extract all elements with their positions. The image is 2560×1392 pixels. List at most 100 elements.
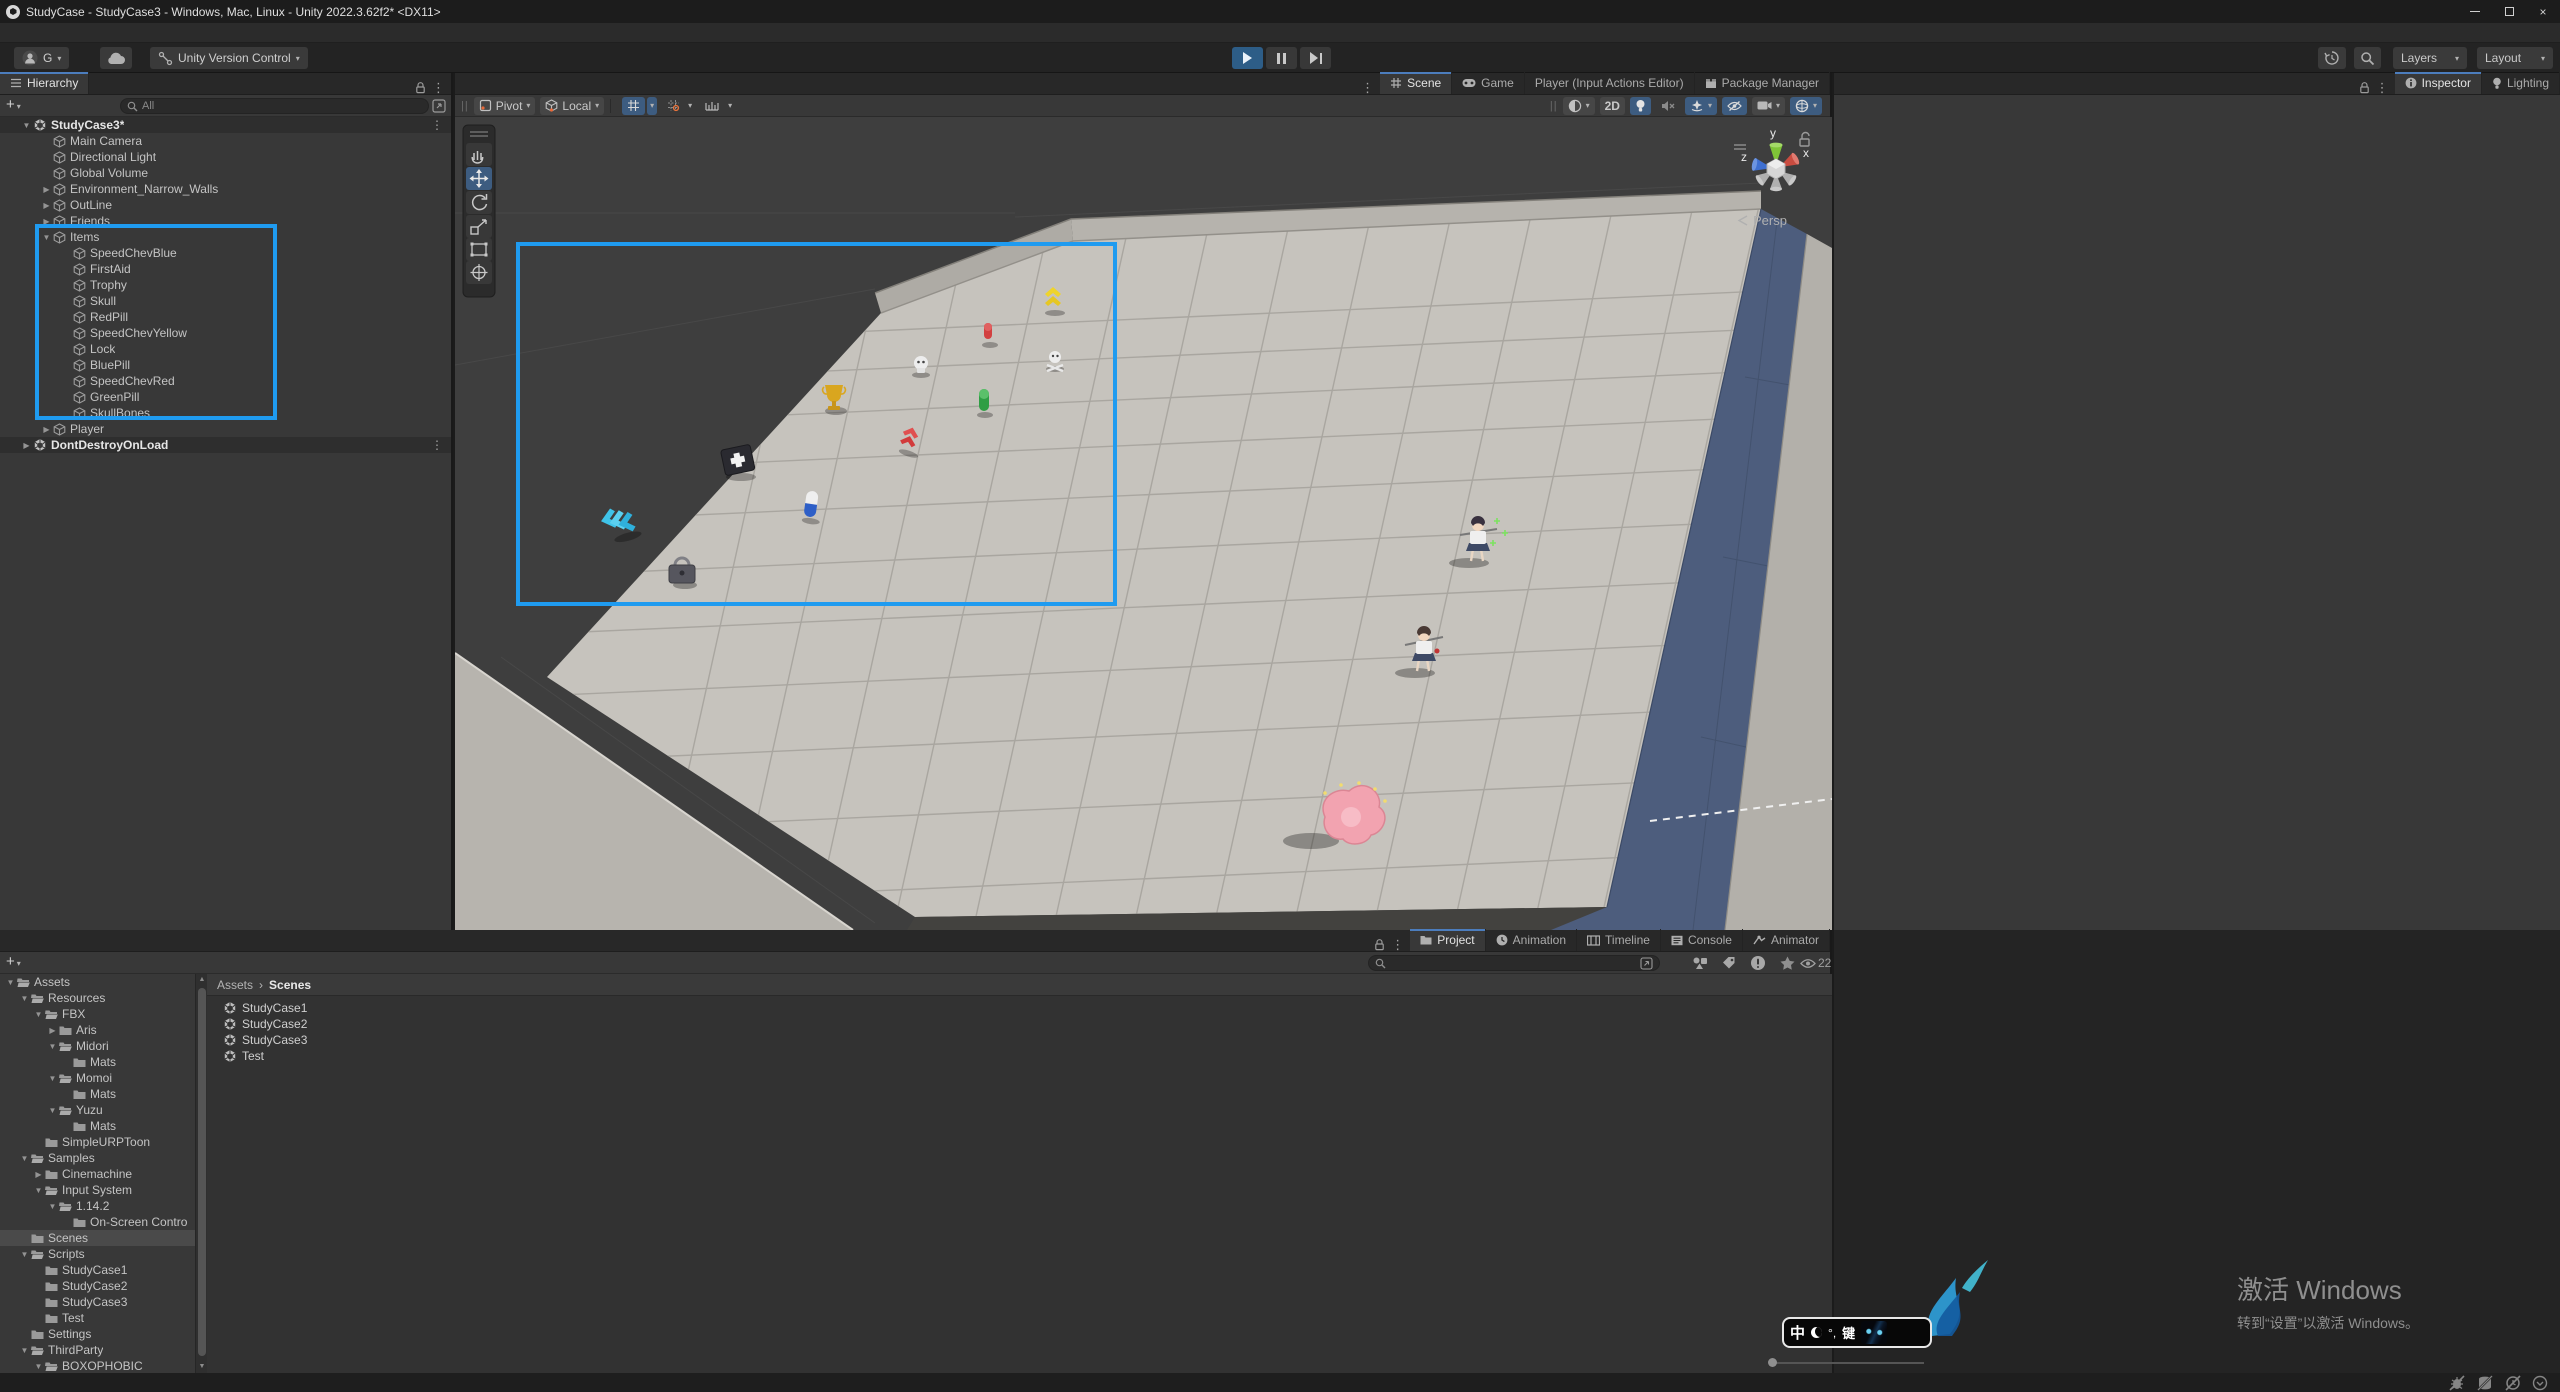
menu-item[interactable] <box>66 23 88 43</box>
foldout-icon[interactable]: ▶ <box>32 1170 45 1179</box>
pause-button[interactable] <box>1266 47 1297 69</box>
asset-file-item[interactable]: StudyCase3 <box>213 1032 307 1048</box>
warning-icon[interactable] <box>1750 955 1766 971</box>
project-tree-row[interactable]: ▼ Momoi <box>0 1070 195 1086</box>
project-tree-row[interactable]: ▼ FBX <box>0 1006 195 1022</box>
ime-keyboard-button[interactable]: 键 <box>1842 1323 1855 1342</box>
scrollbar-thumb[interactable] <box>198 988 206 1356</box>
hierarchy-row[interactable]: SpeedChevBlue <box>0 245 451 261</box>
scene-viewport-canvas[interactable]: y x z Persp <box>455 117 1832 930</box>
foldout-icon[interactable]: ▼ <box>46 1042 59 1051</box>
menu-item[interactable] <box>110 23 132 43</box>
grid-snapping-dropdown[interactable]: ▾ <box>647 97 657 115</box>
project-tree-row[interactable]: ▼ 1.14.2 <box>0 1198 195 1214</box>
foldout-icon[interactable]: ▼ <box>46 1074 59 1083</box>
project-tree-row[interactable]: ▼ Yuzu <box>0 1102 195 1118</box>
menu-item[interactable] <box>44 23 66 43</box>
tab[interactable]: Package Manager <box>1695 72 1830 94</box>
lock-icon[interactable] <box>415 81 426 94</box>
hierarchy-row[interactable]: ▶ Friends <box>0 213 451 229</box>
foldout-icon[interactable]: ▶ <box>40 217 53 226</box>
hand-tool-button[interactable] <box>466 143 492 166</box>
undo-history-button[interactable] <box>2318 47 2346 69</box>
asset-file-item[interactable]: StudyCase1 <box>213 1000 307 1016</box>
step-button[interactable] <box>1300 47 1331 69</box>
tab[interactable]: Lighting <box>2482 72 2560 94</box>
snap-settings-button[interactable] <box>700 97 725 115</box>
project-tree-row[interactable]: SimpleURPToon <box>0 1134 195 1150</box>
row-menu-icon[interactable]: ⋮ <box>431 438 443 452</box>
hierarchy-row[interactable]: Directional Light <box>0 149 451 165</box>
menu-item[interactable] <box>176 23 198 43</box>
project-tree-row[interactable]: ▼ Samples <box>0 1150 195 1166</box>
create-asset-button[interactable]: +▾ <box>6 955 21 971</box>
scale-tool-button[interactable] <box>466 215 492 238</box>
hierarchy-search-input[interactable] <box>142 100 422 112</box>
panel-menu-icon[interactable]: ⋮ <box>432 81 445 94</box>
foldout-icon[interactable]: ▶ <box>40 185 53 194</box>
hierarchy-row[interactable]: Main Camera <box>0 133 451 149</box>
hierarchy-row[interactable]: BluePill <box>0 357 451 373</box>
project-tree-row[interactable]: On-Screen Contro <box>0 1214 195 1230</box>
close-button[interactable]: × <box>2526 0 2560 23</box>
snap-settings-dropdown[interactable]: ▾ <box>725 97 735 115</box>
version-control-button[interactable]: Unity Version Control ▾ <box>150 47 308 69</box>
foldout-icon[interactable]: ▼ <box>32 1186 45 1195</box>
shading-mode-button[interactable]: ▾ <box>1563 97 1595 115</box>
expand-search-icon[interactable] <box>1640 957 1653 970</box>
hierarchy-row[interactable]: Skull <box>0 293 451 309</box>
panel-menu-icon[interactable]: ⋮ <box>1391 938 1404 951</box>
hierarchy-row[interactable]: SpeedChevRed <box>0 373 451 389</box>
project-tree-row[interactable]: StudyCase1 <box>0 1262 195 1278</box>
project-tree-row[interactable]: ▼ BOXOPHOBIC <box>0 1358 195 1373</box>
project-tree-row[interactable]: ▶ Cinemachine <box>0 1166 195 1182</box>
cache-server-disconnected-icon[interactable] <box>2476 1375 2494 1391</box>
asset-zoom-slider[interactable] <box>1768 1356 1928 1368</box>
rotate-tool-button[interactable] <box>466 191 492 214</box>
toolbar-drag-handle[interactable]: || <box>461 100 469 112</box>
menu-item[interactable] <box>132 23 154 43</box>
tab[interactable]: Animation <box>1486 929 1577 951</box>
expand-search-icon[interactable] <box>432 99 446 113</box>
ime-punctuation-mode[interactable]: °, <box>1828 1326 1836 1340</box>
panel-menu-icon[interactable]: ⋮ <box>2376 81 2389 94</box>
slider-knob[interactable] <box>1768 1358 1777 1367</box>
project-tree-row[interactable]: Mats <box>0 1054 195 1070</box>
foldout-icon[interactable]: ▼ <box>18 1346 31 1355</box>
increment-snap-button[interactable] <box>662 97 685 115</box>
hierarchy-row[interactable]: SkullBones <box>0 405 451 421</box>
hierarchy-row[interactable]: SpeedChevYellow <box>0 325 451 341</box>
foldout-icon[interactable]: ▶ <box>46 1026 59 1035</box>
audio-toggle-button[interactable] <box>1656 97 1680 115</box>
tab[interactable]: Console <box>1661 929 1743 951</box>
lighting-toggle-button[interactable] <box>1630 97 1651 115</box>
ime-language-mode[interactable]: 中 <box>1790 1322 1805 1343</box>
foldout-icon[interactable]: ▼ <box>46 1106 59 1115</box>
project-tree-row[interactable]: ▼ Assets <box>0 974 195 990</box>
project-tree-row[interactable]: ▼ Midori <box>0 1038 195 1054</box>
project-tree-row[interactable]: ▼ Scripts <box>0 1246 195 1262</box>
hierarchy-row[interactable]: RedPill <box>0 309 451 325</box>
local-button[interactable]: Local▾ <box>540 97 604 115</box>
pivot-button[interactable]: Pivot▾ <box>474 97 536 115</box>
tab[interactable]: Game <box>1452 72 1525 94</box>
hierarchy-row[interactable]: ▼ Items <box>0 229 451 245</box>
project-search-field[interactable] <box>1368 955 1660 971</box>
menu-item[interactable] <box>154 23 176 43</box>
hierarchy-row[interactable]: ▶ Environment_Narrow_Walls <box>0 181 451 197</box>
project-tree-row[interactable]: StudyCase2 <box>0 1278 195 1294</box>
hierarchy-row[interactable]: ▼ StudyCase3* ⋮ <box>0 117 451 133</box>
breadcrumb-root[interactable]: Assets <box>217 978 253 992</box>
hierarchy-row[interactable]: Trophy <box>0 277 451 293</box>
asset-file-item[interactable]: Test <box>213 1048 307 1064</box>
persp-label[interactable]: Persp <box>1753 213 1787 228</box>
tab[interactable]: Scene <box>1380 72 1452 94</box>
foldout-icon[interactable]: ▼ <box>32 1010 45 1019</box>
ime-skin-avatar[interactable] <box>1861 1321 1887 1344</box>
project-tree-row[interactable]: Settings <box>0 1326 195 1342</box>
hierarchy-row[interactable]: FirstAid <box>0 261 451 277</box>
hierarchy-row[interactable]: ▶ Player <box>0 421 451 437</box>
gizmos-toggle-button[interactable]: ▾ <box>1790 97 1822 115</box>
menu-item[interactable] <box>22 23 44 43</box>
layout-dropdown[interactable]: Layout ▾ <box>2477 47 2553 69</box>
